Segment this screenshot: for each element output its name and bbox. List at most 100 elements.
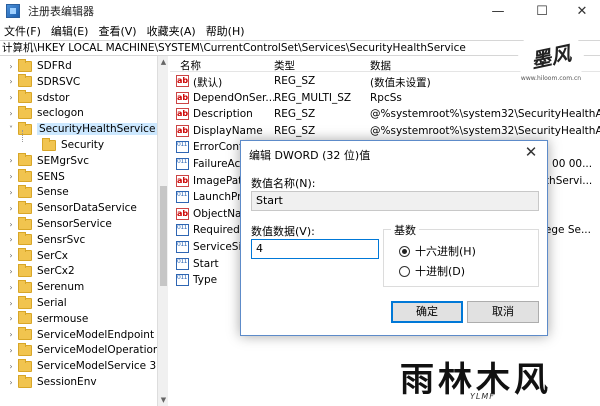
- tree-item[interactable]: › ServiceModelOperation 3.: [6, 342, 167, 358]
- value-row[interactable]: ab DependOnSer... REG_MULTI_SZ RpcSs: [170, 90, 600, 106]
- chevron-right-icon[interactable]: ›: [6, 235, 16, 245]
- tree-item[interactable]: › ServiceModelEndpoint 3.0: [6, 327, 167, 343]
- value-name-field[interactable]: Start: [251, 191, 539, 211]
- value-data-field[interactable]: 4: [251, 239, 379, 259]
- tree-scrollbar[interactable]: ▲ ▼: [157, 56, 168, 406]
- tree-item[interactable]: › SensorService: [6, 216, 112, 232]
- scroll-down-icon[interactable]: ▼: [160, 396, 167, 404]
- string-value-icon: ab: [176, 91, 189, 104]
- folder-icon: [18, 90, 32, 104]
- minimize-button[interactable]: —: [478, 0, 518, 22]
- edit-dword-dialog: 编辑 DWORD (32 位)值 ✕ 数值名称(N): Start 数值数据(V…: [240, 140, 548, 336]
- tree-item[interactable]: › Serenum: [6, 279, 84, 295]
- key-tree: › SDFRd › SDRSVC › sdstor › seclogon ˅ SecurityHe…: [0, 56, 168, 406]
- binary-value-icon: 011 110: [176, 191, 189, 204]
- chevron-right-icon[interactable]: ›: [6, 172, 16, 182]
- dialog-close-icon[interactable]: ✕: [521, 143, 541, 161]
- maximize-button[interactable]: ☐: [522, 0, 562, 22]
- address-bar[interactable]: 计算机\HKEY LOCAL MACHINE\SYSTEM\CurrentCon…: [0, 40, 600, 56]
- tree-item-label: SerCx: [37, 249, 68, 262]
- chevron-right-icon[interactable]: ›: [6, 61, 16, 71]
- value-name: Start: [193, 257, 219, 270]
- tree-item[interactable]: › Serial: [6, 295, 67, 311]
- chevron-right-icon[interactable]: [30, 140, 40, 150]
- value-data: lthServi...: [542, 174, 593, 187]
- chevron-right-icon[interactable]: ›: [6, 219, 16, 229]
- tree-item[interactable]: › SerCx2: [6, 263, 75, 279]
- value-row[interactable]: ab Description REG_SZ @%systemroot%\system3…: [170, 106, 600, 122]
- tree-item-label: SDRSVC: [37, 75, 81, 88]
- chevron-right-icon[interactable]: ›: [6, 377, 16, 387]
- tree-item-label: SEMgrSvc: [37, 154, 89, 167]
- chevron-right-icon[interactable]: ›: [6, 203, 16, 213]
- chevron-right-icon[interactable]: ›: [6, 361, 16, 371]
- tree-item[interactable]: › SEMgrSvc: [6, 153, 89, 169]
- tree-item[interactable]: › Sense: [6, 184, 69, 200]
- tree-item-label: SessionEnv: [37, 376, 97, 388]
- chevron-right-icon[interactable]: ›: [6, 314, 16, 324]
- radio-decimal[interactable]: 十进制(D): [399, 263, 465, 279]
- column-name[interactable]: 名称: [180, 58, 201, 73]
- tree-item-label: SDFRd: [37, 60, 72, 72]
- tree-item[interactable]: › SerCx: [6, 248, 68, 264]
- chevron-right-icon[interactable]: ›: [6, 251, 16, 261]
- chevron-right-icon[interactable]: ›: [6, 330, 16, 340]
- column-type[interactable]: 类型: [274, 58, 295, 73]
- tree-item[interactable]: › seclogon: [6, 105, 84, 121]
- brand-watermark: 雨林木风 YLMF: [390, 352, 590, 404]
- tree-item[interactable]: › SensorDataService: [6, 200, 137, 216]
- chevron-right-icon[interactable]: ›: [6, 93, 16, 103]
- menu-view[interactable]: 查看(V): [98, 23, 136, 39]
- tree-item[interactable]: ˅ SecurityHealthService: [6, 121, 158, 137]
- value-name: DependOnSer...: [193, 91, 276, 104]
- tree-connector: [22, 130, 23, 142]
- brand-sub: YLMF: [470, 392, 495, 401]
- tree-item[interactable]: › SDRSVC: [6, 74, 80, 90]
- menu-file[interactable]: 文件(F): [4, 23, 41, 39]
- cancel-button[interactable]: 取消: [467, 301, 539, 323]
- radio-hexadecimal[interactable]: 十六进制(H): [399, 243, 476, 259]
- value-data: @%systemroot%\system32\SecurityHealthAg.…: [370, 124, 600, 137]
- radio-hex-icon[interactable]: [399, 245, 410, 257]
- tree-item[interactable]: › sermouse: [6, 311, 88, 327]
- menu-edit[interactable]: 编辑(E): [51, 23, 89, 39]
- value-row[interactable]: ab DisplayName REG_SZ @%systemroot%\system3…: [170, 123, 600, 139]
- folder-icon: [18, 105, 32, 119]
- scroll-thumb[interactable]: [160, 186, 167, 286]
- close-button[interactable]: ✕: [562, 0, 600, 22]
- column-data[interactable]: 数据: [370, 58, 391, 73]
- tree-item-label: SerCx2: [37, 265, 75, 278]
- chevron-right-icon[interactable]: ›: [6, 108, 16, 118]
- chevron-right-icon[interactable]: ›: [6, 77, 16, 87]
- chevron-right-icon[interactable]: ›: [6, 282, 16, 292]
- radio-dec-label: 十进制(D): [415, 265, 466, 278]
- menu-favorites[interactable]: 收藏夹(A): [147, 23, 196, 39]
- chevron-right-icon[interactable]: ›: [6, 187, 16, 197]
- menu-help[interactable]: 帮助(H): [206, 23, 245, 39]
- tree-item[interactable]: Security: [30, 137, 104, 153]
- tree-item[interactable]: › SensrSvc: [6, 232, 85, 248]
- chevron-down-icon[interactable]: ˅: [6, 124, 16, 134]
- value-data: 3 00 00...: [542, 158, 593, 170]
- tree-item-label: Sense: [37, 186, 69, 199]
- tree-item[interactable]: › SENS: [6, 169, 65, 185]
- chevron-right-icon[interactable]: ›: [6, 266, 16, 276]
- string-value-icon: ab: [176, 124, 189, 137]
- scroll-up-icon[interactable]: ▲: [160, 58, 167, 66]
- folder-icon: [18, 342, 32, 356]
- chevron-right-icon[interactable]: ›: [6, 345, 16, 355]
- ok-button[interactable]: 确定: [391, 301, 463, 323]
- tree-item-label: Serenum: [37, 281, 85, 294]
- chevron-right-icon[interactable]: ›: [6, 298, 16, 308]
- folder-icon: [18, 374, 32, 388]
- tree-item-label: SensorDataService: [37, 202, 137, 215]
- tree-item[interactable]: › SessionEnv: [6, 374, 97, 390]
- chevron-right-icon[interactable]: ›: [6, 156, 16, 166]
- folder-icon: [18, 232, 32, 246]
- tree-item[interactable]: › sdstor: [6, 90, 69, 106]
- folder-icon: [18, 263, 32, 277]
- binary-value-icon: 011 110: [176, 257, 189, 270]
- radio-dec-icon[interactable]: [399, 265, 410, 277]
- tree-item[interactable]: › SDFRd: [6, 58, 72, 74]
- tree-item[interactable]: › ServiceModelService 3.0.0: [6, 358, 167, 374]
